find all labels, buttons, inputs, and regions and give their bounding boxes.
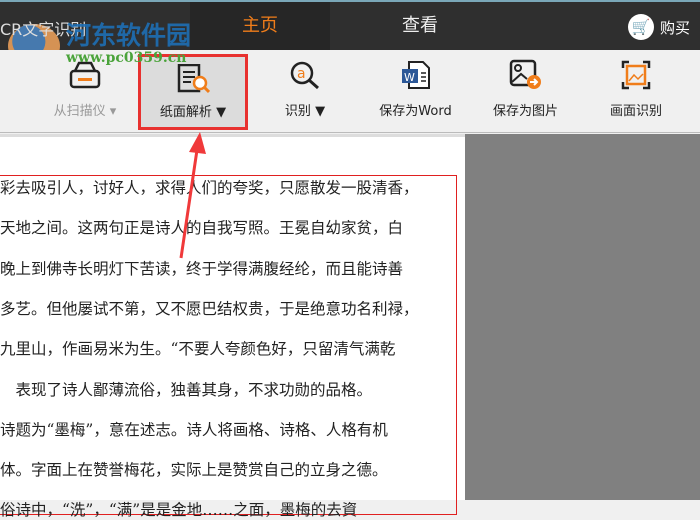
annotation-arrow — [179, 132, 206, 259]
document-text-line: 俗诗中，“洗”，“满”是是金地……之面，墨梅的去資 — [0, 501, 358, 520]
